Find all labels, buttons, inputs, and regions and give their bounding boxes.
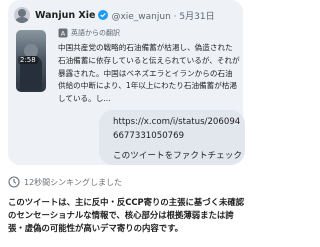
tweet-header: Wanjun Xie @xie_wanjun · 5月31日 <box>14 5 215 25</box>
video-thumbnail[interactable]: 2:58 <box>16 30 46 92</box>
tweet-text: 中国共産党の戦略的石油備蓄が枯渇し、偽造された石油備蓄に依存していると伝えられて… <box>58 43 240 104</box>
thinking-status[interactable]: 12秒間シンキングしました <box>8 175 122 189</box>
svg-text:A: A <box>61 29 66 37</box>
video-duration: 2:58 <box>18 56 38 64</box>
avatar[interactable] <box>14 7 30 23</box>
tweet-link[interactable]: https://x.com/i/status/20609466773310507… <box>113 115 243 143</box>
assistant-answer-text: このツイートは、主に反中・反CCP寄りの主張に基づく未確認のセンセーショナルな情… <box>8 197 245 233</box>
translate-icon: A <box>58 28 68 38</box>
verified-badge-icon <box>98 10 109 20</box>
tweet-handle: @xie_wanjun · 5月31日 <box>111 11 215 22</box>
translation-label: 英語からの翻訳 <box>71 29 120 37</box>
user-message-bubble: https://x.com/i/status/20609466773310507… <box>99 110 245 165</box>
clock-icon <box>8 176 20 188</box>
thinking-status-text: 12秒間シンキングしました <box>24 177 122 187</box>
tweet-author-name[interactable]: Wanjun Xie <box>35 10 95 21</box>
translation-notice[interactable]: A 英語からの翻訳 <box>58 27 120 39</box>
user-message-text: このツイートをファクトチェック <box>113 151 242 161</box>
